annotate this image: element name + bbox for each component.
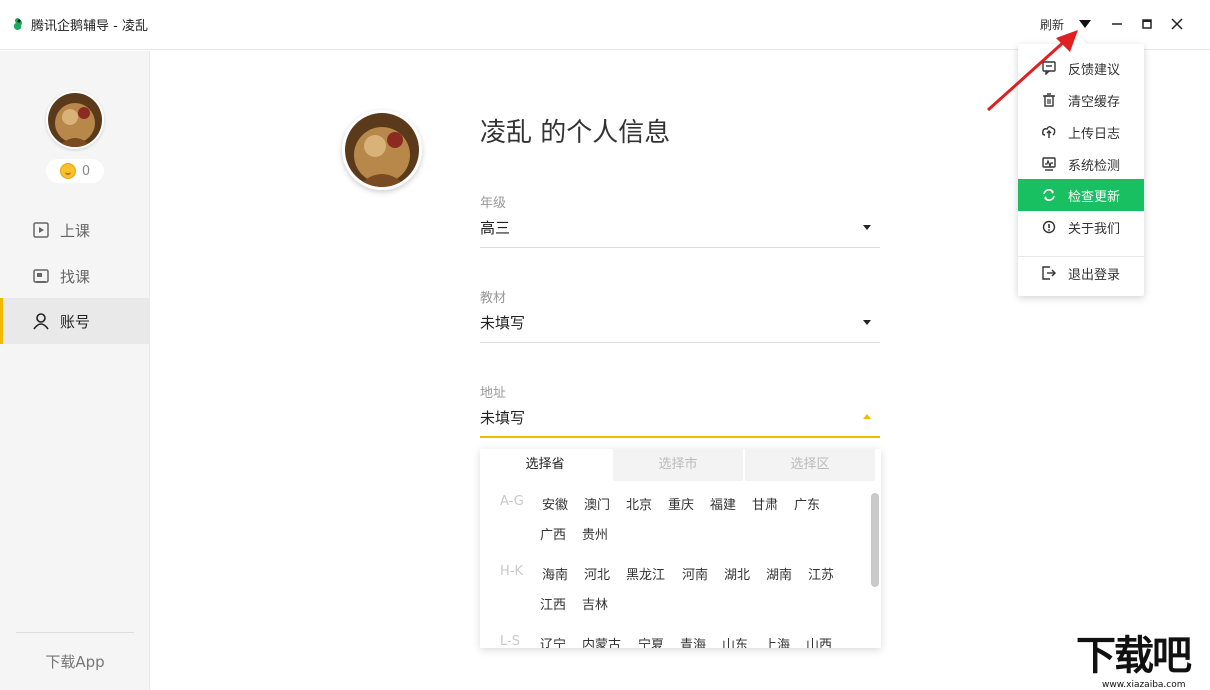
province-item[interactable]: 河南 xyxy=(682,564,708,583)
address-value: 未填写 xyxy=(480,409,526,427)
province-item[interactable]: 广西 xyxy=(540,524,566,543)
coin-badge[interactable]: 0 xyxy=(46,159,104,183)
group-letter: H-K xyxy=(500,564,523,579)
textbook-label: 教材 xyxy=(480,291,507,306)
province-item[interactable]: 宁夏 xyxy=(638,634,664,648)
menu-item-upload-log[interactable]: 上传日志 xyxy=(1018,116,1144,148)
province-item[interactable]: 湖南 xyxy=(766,564,792,583)
profile-avatar[interactable] xyxy=(342,110,422,190)
menu-item-label: 系统检测 xyxy=(1068,158,1121,174)
coin-icon xyxy=(59,163,76,179)
app-logo-icon xyxy=(13,18,22,30)
province-item[interactable]: 福建 xyxy=(710,494,736,513)
coin-count: 0 xyxy=(81,163,91,179)
province-item[interactable]: 江苏 xyxy=(808,564,834,583)
chevron-down-icon xyxy=(863,225,871,230)
grade-label: 年级 xyxy=(480,196,507,211)
download-app-link[interactable]: 下载App xyxy=(0,651,150,672)
province-item[interactable]: 广东 xyxy=(794,494,820,513)
refresh-icon xyxy=(1043,189,1055,201)
menu-item-label: 关于我们 xyxy=(1068,221,1121,237)
province-item[interactable]: 山西 xyxy=(806,634,832,648)
province-item[interactable]: 黑龙江 xyxy=(626,564,665,583)
province-list: A-G 安徽 澳门 北京 重庆 福建 甘肃 广东 广西 贵州 H-K 海南 河北… xyxy=(480,481,870,648)
sidebar-item-label: 找课 xyxy=(60,267,91,286)
province-item[interactable]: 内蒙古 xyxy=(582,634,621,648)
menu-item-label: 上传日志 xyxy=(1068,126,1121,142)
province-item[interactable]: 北京 xyxy=(626,494,652,513)
user-icon xyxy=(33,313,49,330)
system-check-icon xyxy=(1042,157,1056,171)
group-letter: A-G xyxy=(500,494,524,509)
avatar[interactable] xyxy=(46,91,104,149)
tab-city[interactable]: 选择市 xyxy=(613,449,743,481)
menu-item-logout[interactable]: 退出登录 xyxy=(1018,257,1144,289)
address-select[interactable]: 未填写 xyxy=(480,402,880,438)
annotation-arrow-icon xyxy=(986,30,1078,112)
province-item[interactable]: 江西 xyxy=(540,594,566,613)
page-title: 凌乱 的个人信息 xyxy=(480,118,671,148)
province-item[interactable]: 河北 xyxy=(584,564,610,583)
menu-item-about[interactable]: 关于我们 xyxy=(1018,211,1144,243)
group-letter: L-S xyxy=(500,634,520,648)
picker-scrollbar[interactable] xyxy=(871,493,879,587)
tab-province[interactable]: 选择省 xyxy=(480,449,610,481)
logout-icon xyxy=(1042,266,1056,280)
minimize-icon[interactable] xyxy=(1107,14,1127,34)
info-icon xyxy=(1042,220,1056,234)
province-item[interactable]: 澳门 xyxy=(584,494,610,513)
province-item[interactable]: 海南 xyxy=(542,564,568,583)
province-item[interactable]: 贵州 xyxy=(582,524,608,543)
textbook-value: 未填写 xyxy=(480,314,526,332)
province-item[interactable]: 甘肃 xyxy=(752,494,778,513)
grade-select[interactable]: 高三 xyxy=(480,212,880,248)
play-lesson-icon xyxy=(33,222,49,238)
sidebar-item-label: 账号 xyxy=(60,312,91,331)
sidebar-item-lessons[interactable]: 上课 xyxy=(0,207,150,253)
province-item[interactable]: 安徽 xyxy=(542,494,568,513)
sidebar-item-find-course[interactable]: 找课 xyxy=(0,253,150,299)
tab-district[interactable]: 选择区 xyxy=(745,449,875,481)
course-search-icon xyxy=(33,269,49,283)
province-item[interactable]: 湖北 xyxy=(724,564,750,583)
close-icon[interactable] xyxy=(1167,14,1187,34)
sidebar-item-label: 上课 xyxy=(60,221,91,240)
sidebar: 0 上课 找课 账号 下载App xyxy=(0,51,150,690)
sidebar-divider xyxy=(16,632,134,633)
watermark-logo: 下载吧 xyxy=(1076,633,1192,679)
watermark: 下载吧 www.xiazaiba.com xyxy=(1074,632,1210,690)
province-item[interactable]: 辽宁 xyxy=(540,634,566,648)
menu-item-check-update[interactable]: 检查更新 xyxy=(1018,179,1144,211)
menu-item-system-check[interactable]: 系统检测 xyxy=(1018,148,1144,180)
province-item[interactable]: 上海 xyxy=(764,634,790,648)
upload-icon xyxy=(1042,126,1056,138)
watermark-url: www.xiazaiba.com xyxy=(1102,680,1186,690)
menu-item-label: 退出登录 xyxy=(1068,267,1121,283)
chevron-down-icon xyxy=(863,320,871,325)
textbook-select[interactable]: 未填写 xyxy=(480,307,880,343)
address-label: 地址 xyxy=(480,386,507,401)
window-title: 腾讯企鹅辅导 - 凌乱 xyxy=(31,19,148,34)
sidebar-item-account[interactable]: 账号 xyxy=(0,298,150,344)
province-item[interactable]: 吉林 xyxy=(582,594,608,613)
chevron-up-icon xyxy=(863,414,871,419)
region-picker: 选择省 选择市 选择区 A-G 安徽 澳门 北京 重庆 福建 甘肃 广东 广西 … xyxy=(480,449,881,648)
grade-value: 高三 xyxy=(480,219,511,237)
province-item[interactable]: 青海 xyxy=(680,634,706,648)
province-item[interactable]: 重庆 xyxy=(668,494,694,513)
menu-item-label: 检查更新 xyxy=(1068,189,1121,205)
maximize-icon[interactable] xyxy=(1137,14,1157,34)
province-item[interactable]: 山东 xyxy=(722,634,748,648)
